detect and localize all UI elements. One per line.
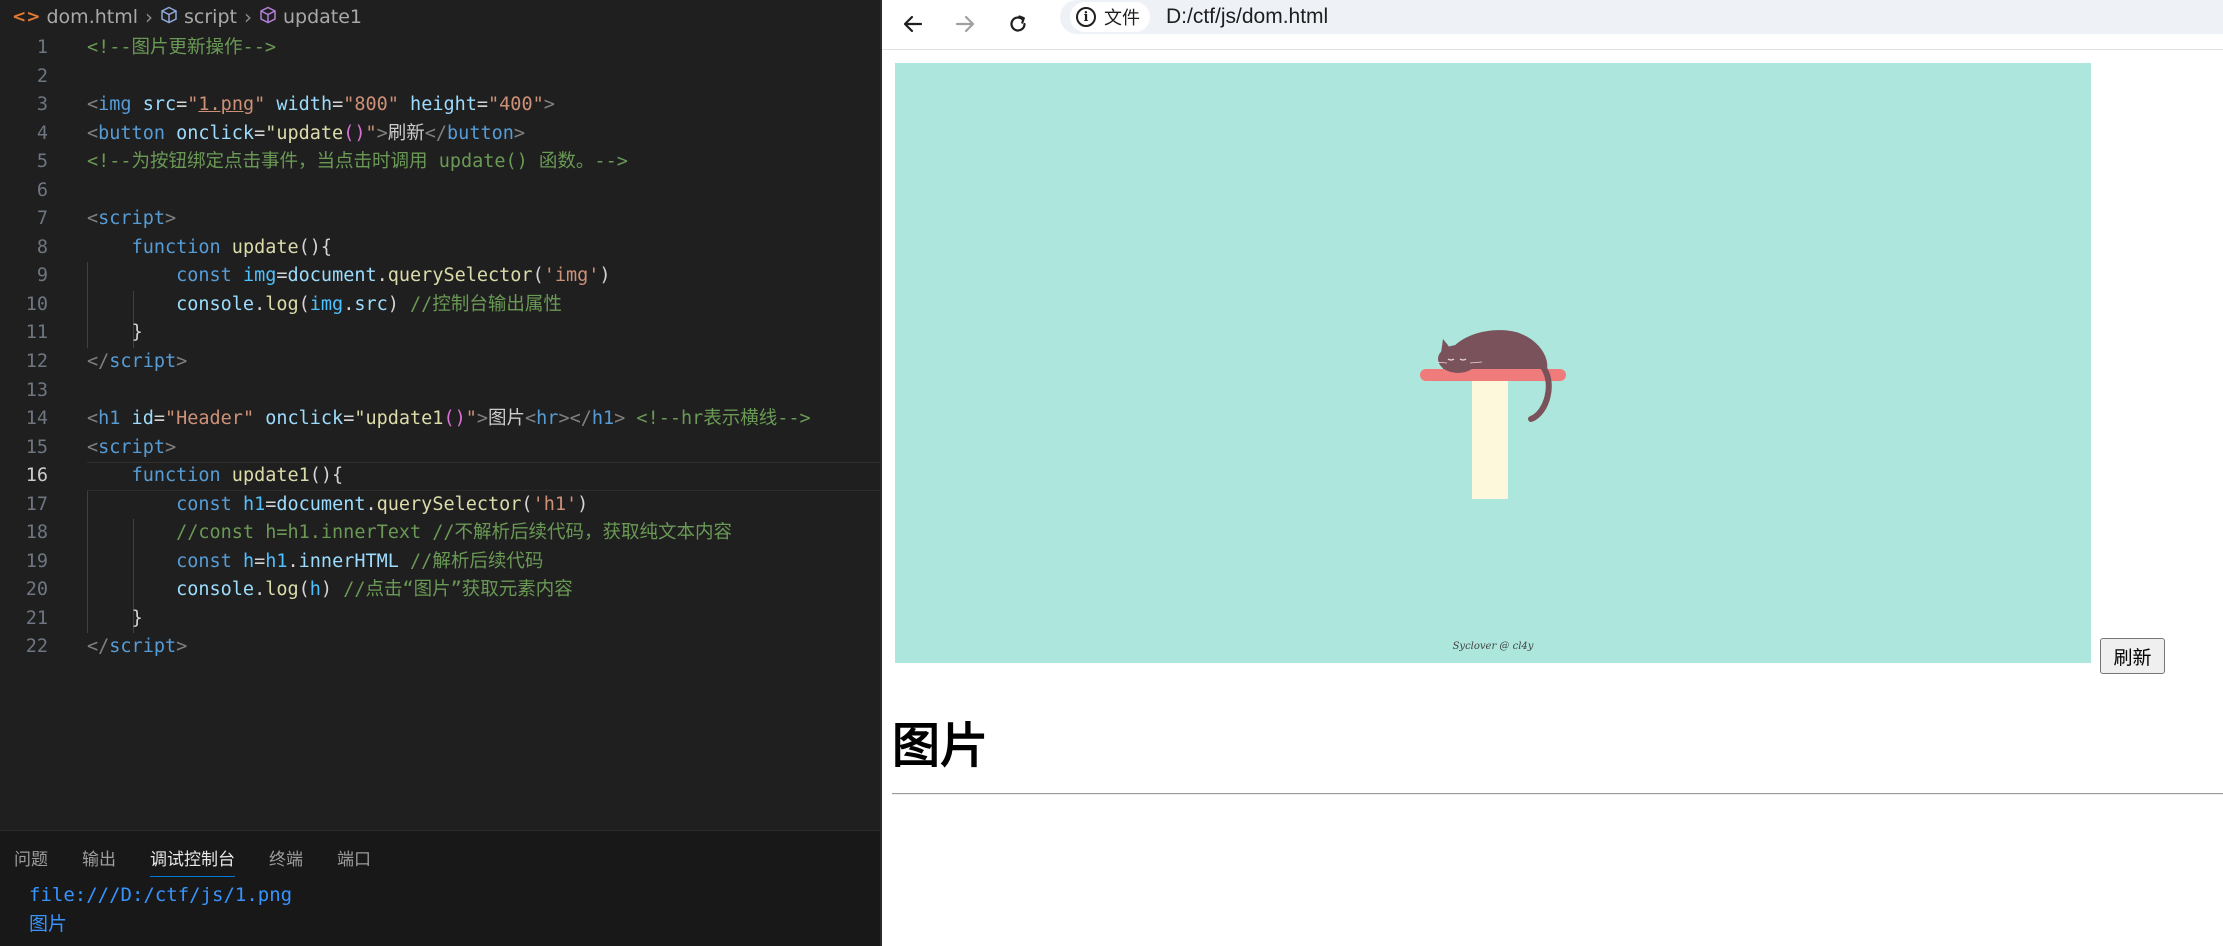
line-number: 20: [25, 579, 48, 601]
code-editor[interactable]: <> dom.html › script › update1 1 <!--图片更新…: [0, 0, 880, 946]
bottom-panel: 问题 输出 调试控制台 终端 端口 file:///D:/ctf/js/1.pn…: [0, 830, 880, 946]
site-info-label: 文件: [1104, 8, 1140, 29]
breadcrumb-symbol-label: update1: [282, 6, 363, 28]
breadcrumb-node-label: script: [184, 6, 237, 28]
code-line: 6: [0, 177, 880, 206]
code-line: 18 //const h=h1.innerText //不解析后续代码，获取纯文…: [0, 519, 880, 548]
line-number: 17: [25, 493, 48, 515]
tab-problems[interactable]: 问题: [14, 835, 48, 877]
image-src-link[interactable]: 1.png: [198, 94, 254, 115]
code-line: 20 console.log(h) //点击“图片”获取元素内容: [0, 576, 880, 605]
breadcrumb-symbol[interactable]: update1: [259, 6, 362, 29]
console-line: file:///D:/ctf/js/1.png: [29, 884, 293, 906]
breadcrumb-node[interactable]: script: [160, 6, 237, 29]
html-file-icon: <>: [12, 7, 41, 27]
console-line: 图片: [29, 913, 68, 935]
code-line: 8 function update(){: [0, 234, 880, 263]
code-line: 1 <!--图片更新操作-->: [0, 34, 880, 63]
line-number: 6: [36, 179, 48, 201]
code-line: 13: [0, 377, 880, 406]
panel-tabs: 问题 输出 调试控制台 终端 端口: [0, 831, 405, 881]
line-number: 7: [36, 208, 48, 230]
code-line: 10 console.log(img.src) //控制台输出属性: [0, 291, 880, 320]
line-number: 21: [25, 607, 48, 629]
tab-ports[interactable]: 端口: [337, 835, 371, 877]
scratching-post: [1472, 375, 1508, 499]
page-heading[interactable]: 图片: [892, 706, 988, 776]
code-token: <!--图片更新操作-->: [87, 37, 276, 58]
line-number: 4: [36, 122, 48, 144]
back-button[interactable]: [895, 6, 931, 42]
line-number: 10: [25, 293, 48, 315]
browser-window: i 文件 D:/ctf/js/dom.html Syclover @ cl4y …: [882, 0, 2223, 946]
code-line: 11 }: [0, 319, 880, 348]
line-number: 11: [25, 322, 48, 344]
forward-button[interactable]: [947, 6, 983, 42]
line-number: 13: [25, 379, 48, 401]
line-number: 1: [36, 37, 48, 58]
page-image: Syclover @ cl4y: [895, 63, 2091, 663]
code-line: 2: [0, 63, 880, 92]
chevron-right-icon: ›: [243, 5, 252, 29]
browser-toolbar: i 文件 D:/ctf/js/dom.html: [882, 0, 2223, 50]
info-icon: i: [1076, 7, 1096, 27]
tab-debug-console[interactable]: 调试控制台: [150, 835, 235, 877]
line-number: 22: [25, 636, 48, 658]
line-number: 8: [36, 236, 48, 258]
reload-icon: [1010, 15, 1026, 32]
line-number: 12: [25, 351, 48, 373]
breadcrumb-file-label: dom.html: [46, 6, 139, 28]
code-line: 21 }: [0, 605, 880, 634]
code-line: 19 const h=h1.innerHTML //解析后续代码: [0, 548, 880, 577]
code-line: 7 <script>: [0, 205, 880, 234]
line-number: 16: [25, 465, 48, 487]
url-text[interactable]: D:/ctf/js/dom.html: [1166, 5, 1328, 29]
code-line: 3 <img src="1.png" width="800" height="40…: [0, 91, 880, 120]
horizontal-rule: [892, 793, 2223, 795]
image-caption: Syclover @ cl4y: [1452, 641, 1534, 652]
tab-terminal[interactable]: 终端: [269, 835, 303, 877]
forward-arrow-icon: [955, 15, 975, 33]
cube-icon: [160, 6, 178, 29]
line-number: 18: [25, 522, 48, 544]
code-line: 4 <button onclick="update()">刷新</button>: [0, 120, 880, 149]
refresh-button[interactable]: 刷新: [2100, 638, 2165, 674]
breadcrumb-file[interactable]: <> dom.html: [12, 6, 138, 28]
line-number: 9: [36, 265, 48, 287]
code-line: 22 </script>: [0, 633, 880, 662]
line-number: 15: [25, 436, 48, 458]
site-info-chip[interactable]: i 文件: [1070, 2, 1150, 32]
tab-output[interactable]: 输出: [82, 835, 116, 877]
code-line: 9 const img=document.querySelector('img'…: [0, 262, 880, 291]
chevron-right-icon: ›: [145, 5, 154, 29]
code-line: 12 </script>: [0, 348, 880, 377]
cat-illustration: [1420, 330, 1566, 499]
code-line: 17 const h1=document.querySelector('h1'): [0, 491, 880, 520]
line-number: 2: [36, 65, 48, 87]
code-area[interactable]: 1 <!--图片更新操作--> 2 3 <img src="1.png" width…: [0, 34, 880, 830]
code-line: 15 <script>: [0, 434, 880, 463]
code-line: 5 <!--为按钮绑定点击事件，当点击时调用 update() 函数。-->: [0, 148, 880, 177]
line-number: 14: [25, 408, 48, 430]
line-number: 5: [36, 151, 48, 173]
address-bar[interactable]: i 文件 D:/ctf/js/dom.html: [1060, 0, 2223, 34]
debug-console-output[interactable]: file:///D:/ctf/js/1.png 图片: [29, 881, 292, 939]
reload-button[interactable]: [1000, 6, 1036, 42]
back-arrow-icon: [903, 15, 923, 33]
line-number: 19: [25, 550, 48, 572]
code-line: 14 <h1 id="Header" onclick="update1()">图片…: [0, 405, 880, 434]
line-number: 3: [36, 94, 48, 116]
symbol-icon: [259, 6, 277, 29]
code-line-current: 16 function update1(){: [0, 462, 880, 491]
breadcrumb: <> dom.html › script › update1: [0, 0, 880, 34]
